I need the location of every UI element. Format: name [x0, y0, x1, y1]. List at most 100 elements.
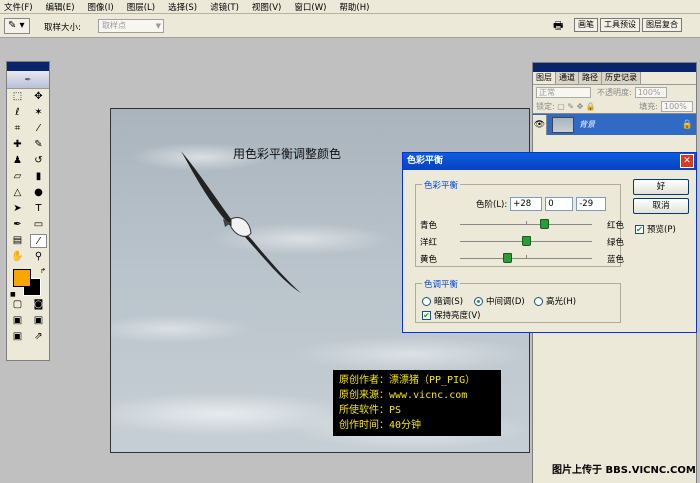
hand-tool-icon[interactable]: ✋ [9, 250, 26, 264]
file-browser-icon[interactable]: 🖶 [553, 19, 569, 33]
type-tool-icon[interactable]: T [30, 202, 47, 216]
opacity-field[interactable]: 100% [634, 86, 667, 98]
tab-paths[interactable]: 路径 [579, 72, 602, 84]
lasso-tool-icon[interactable]: ℓ [9, 106, 26, 120]
standard-mode-icon[interactable]: ▢ [9, 298, 26, 312]
pen-tool-icon[interactable]: ✒ [9, 218, 26, 232]
color-levels-row: 色阶(L): +28 0 -29 [476, 197, 607, 211]
slider-cyan-red-thumb[interactable] [540, 219, 550, 229]
layers-panel-titlebar[interactable] [533, 63, 696, 72]
palette-well-layer-comps[interactable]: 图层复合 [642, 18, 682, 32]
marquee-tool-icon[interactable]: ⬚ [9, 90, 26, 104]
cancel-button[interactable]: 取消 [633, 198, 689, 214]
color-swatches: ↱ ■ [7, 265, 49, 298]
tone-midtones-radio[interactable]: 中间调(D) [474, 295, 525, 307]
history-brush-tool-icon[interactable]: ↺ [30, 154, 47, 168]
feather-logo-icon[interactable]: ✒ [7, 71, 49, 89]
palette-well-tool-presets[interactable]: 工具预设 [600, 18, 640, 32]
quick-mask-mode-icon[interactable]: ◙ [30, 298, 47, 312]
clone-stamp-tool-icon[interactable]: ♟ [9, 154, 26, 168]
standard-screen-mode-icon[interactable]: ▣ [9, 314, 26, 328]
move-tool-icon[interactable]: ✥ [30, 90, 47, 104]
menu-help[interactable]: 帮助(H) [335, 1, 373, 13]
tone-highlights-radio[interactable]: 高光(H) [534, 295, 576, 307]
lock-row: 锁定: ▢ ✎ ✥ 🔒 填充: 100% [533, 99, 696, 113]
crop-tool-icon[interactable]: ⌗ [9, 122, 26, 136]
menu-view[interactable]: 视图(V) [248, 1, 285, 13]
color-balance-dialog: 色彩平衡 ✕ 色彩平衡 色阶(L): +28 0 -29 青色 红色 洋红 绿色… [402, 152, 697, 333]
slice-tool-icon[interactable]: ⁄ [30, 122, 47, 136]
blend-row: 正常 不透明度: 100% [533, 85, 696, 99]
layer-name: 背景 [579, 120, 595, 129]
level-cyan-red-field[interactable]: +28 [510, 197, 543, 211]
menu-layer[interactable]: 图层(L) [123, 1, 159, 13]
palette-well-brushes[interactable]: 画笔 [574, 18, 598, 32]
layers-panel-tabs: 图层 通道 路径 历史记录 [533, 72, 696, 85]
magic-wand-tool-icon[interactable]: ✶ [30, 106, 47, 120]
jump-to-imageready-icon[interactable]: ⇗ [30, 330, 47, 344]
eraser-tool-icon[interactable]: ▱ [9, 170, 26, 184]
lock-icons[interactable]: ▢ ✎ ✥ 🔒 [555, 102, 596, 111]
menu-edit[interactable]: 编辑(E) [42, 1, 79, 13]
fill-label: 填充: [639, 101, 658, 111]
layer-thumbnail [552, 116, 574, 133]
credit-time: 创作时间：40分钟 [339, 420, 422, 431]
dodge-tool-icon[interactable]: ● [30, 186, 47, 200]
slider-yellow-blue-thumb[interactable] [502, 253, 512, 263]
tone-shadows-radio[interactable]: 暗调(S) [422, 295, 463, 307]
zoom-tool-icon[interactable]: ⚲ [30, 250, 47, 264]
close-icon[interactable]: ✕ [680, 154, 694, 168]
color-balance-group: 色彩平衡 色阶(L): +28 0 -29 青色 红色 洋红 绿色 黄色 蓝色 [415, 179, 624, 267]
sample-size-select[interactable]: 取样点 ▼ [98, 19, 164, 33]
slider-cyan-red: 青色 红色 [416, 216, 624, 232]
default-colors-icon[interactable]: ■ [10, 291, 16, 298]
tone-balance-group: 色调平衡 暗调(S) 中间调(D) 高光(H) ✔ 保持亮度(V) [415, 278, 621, 323]
slider-yellow-blue: 黄色 蓝色 [416, 250, 624, 266]
slider-magenta-green-thumb[interactable] [522, 236, 531, 246]
menu-image[interactable]: 图像(I) [84, 1, 118, 13]
menu-file[interactable]: 文件(F) [0, 1, 37, 13]
slider-yellow-label: 黄色 [420, 255, 438, 265]
slider-magenta-label: 洋红 [420, 238, 438, 248]
menu-select[interactable]: 选择(S) [164, 1, 201, 13]
preview-checkbox[interactable]: ✔ 预览(P) [635, 223, 676, 235]
tab-layers[interactable]: 图层 [533, 72, 556, 84]
healing-brush-tool-icon[interactable]: ✚ [9, 138, 26, 152]
blend-mode-select[interactable]: 正常 [536, 86, 591, 98]
fill-field[interactable]: 100% [661, 100, 693, 112]
level-magenta-green-field[interactable]: 0 [545, 197, 574, 211]
level-yellow-blue-field[interactable]: -29 [576, 197, 607, 211]
gradient-tool-icon[interactable]: ▮ [30, 170, 47, 184]
toolbox-titlebar[interactable] [7, 62, 49, 71]
eyedropper-tool-preset-icon[interactable]: ✎ ▾ [4, 18, 30, 34]
toolbox: ✒ ⬚ ✥ ℓ ✶ ⌗ ⁄ ✚ ✎ ♟ ↺ ▱ ▮ △ ● ➤ T ✒ ▭ ▤ ⁄ ✋ ⚲ ↱ ■ ▢… [6, 61, 50, 361]
foreground-color[interactable] [13, 269, 31, 287]
palette-well: 画笔 工具预设 图层复合 [574, 18, 684, 34]
blur-tool-icon[interactable]: △ [9, 186, 26, 200]
lock-label: 锁定: [536, 101, 555, 111]
layer-row[interactable]: 👁 背景 🔒 [533, 113, 696, 135]
full-screen-menu-mode-icon[interactable]: ▣ [30, 314, 47, 328]
color-balance-group-label: 色彩平衡 [422, 179, 461, 191]
layer-lock-icon: 🔒 [681, 119, 693, 130]
upload-watermark: 图片上传于 BBS.VICNC.COM [552, 465, 696, 476]
brush-tool-icon[interactable]: ✎ [30, 138, 47, 152]
tab-channels[interactable]: 通道 [556, 72, 579, 84]
visibility-eye-icon[interactable]: 👁 [533, 114, 547, 135]
shape-tool-icon[interactable]: ▭ [30, 218, 47, 232]
full-screen-mode-icon[interactable]: ▣ [9, 330, 26, 344]
preserve-luminosity-checkbox[interactable]: ✔ 保持亮度(V) [422, 309, 480, 321]
notes-tool-icon[interactable]: ▤ [9, 234, 26, 248]
menu-filter[interactable]: 滤镜(T) [206, 1, 243, 13]
slider-green-label: 绿色 [606, 238, 624, 248]
slider-blue-label: 蓝色 [606, 255, 624, 265]
tab-history[interactable]: 历史记录 [602, 72, 641, 84]
dialog-titlebar[interactable]: 色彩平衡 ✕ [403, 153, 696, 170]
path-selection-tool-icon[interactable]: ➤ [9, 202, 26, 216]
seagull-image [181, 151, 301, 293]
menu-window[interactable]: 窗口(W) [290, 1, 330, 13]
eyedropper-tool-icon[interactable]: ⁄ [30, 234, 47, 248]
swap-colors-icon[interactable]: ↱ [40, 267, 46, 275]
dialog-title: 色彩平衡 [407, 156, 444, 166]
ok-button[interactable]: 好 [633, 179, 689, 195]
